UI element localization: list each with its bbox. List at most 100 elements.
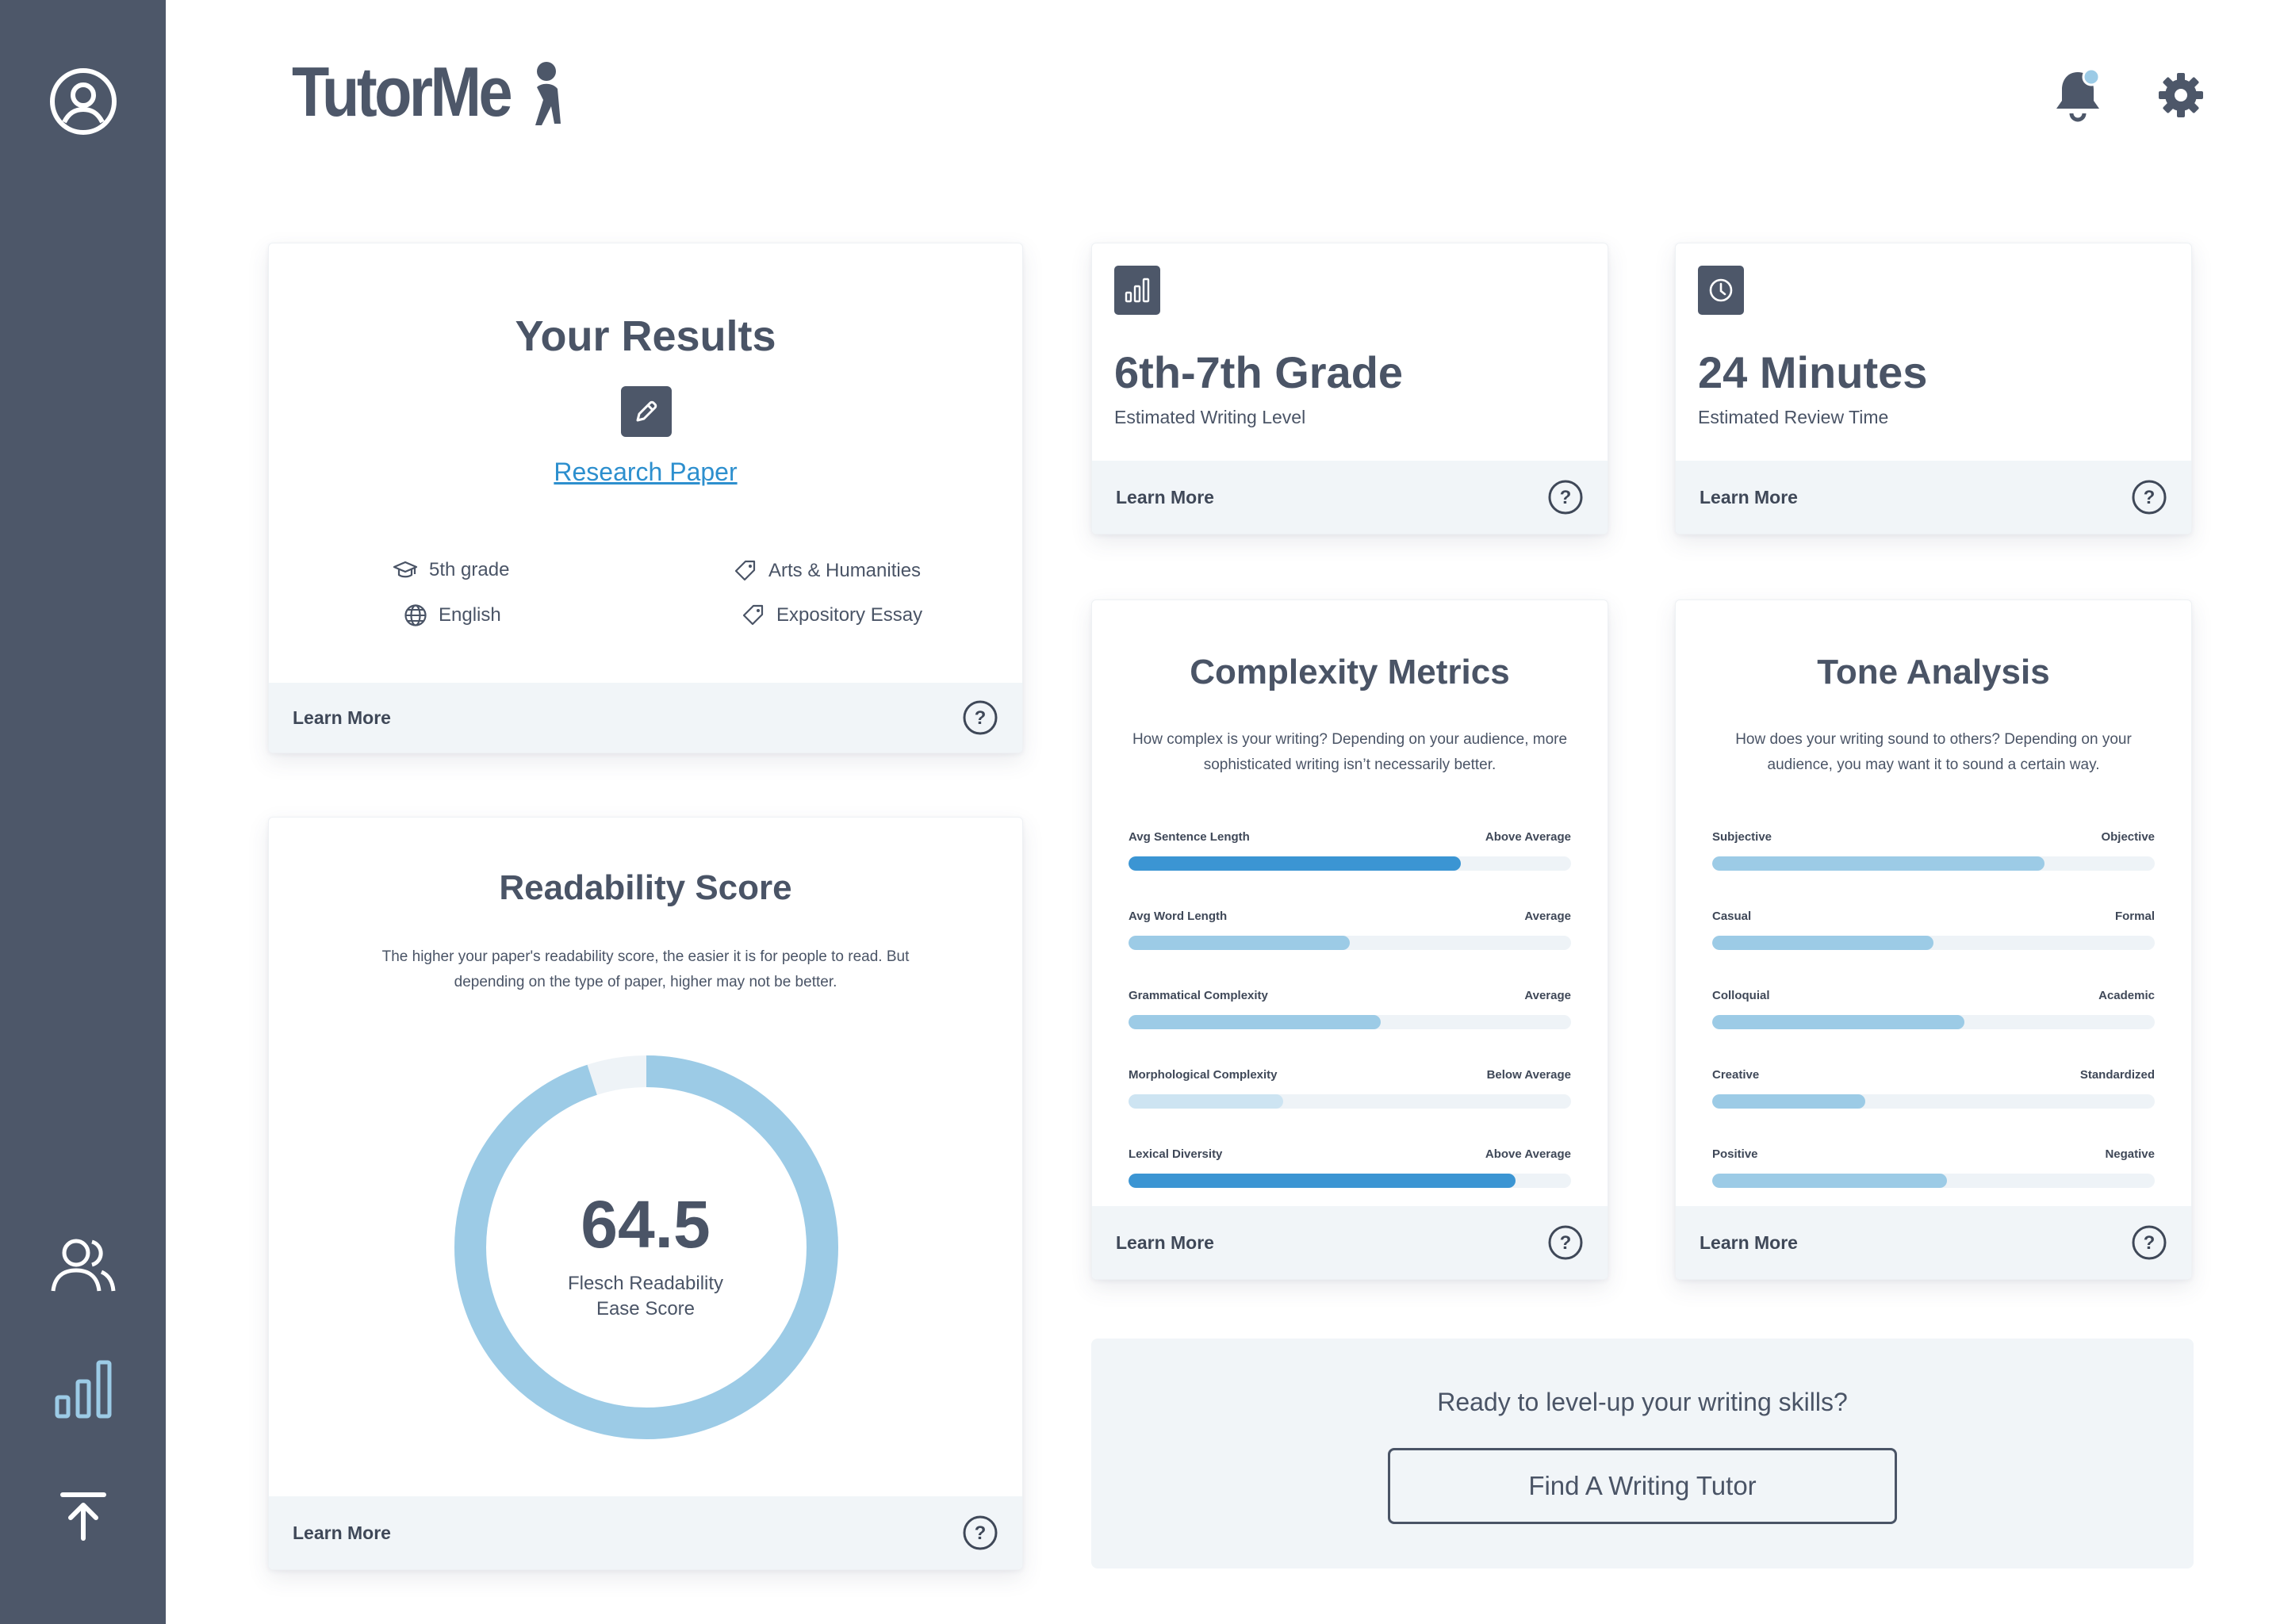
learn-more-link[interactable]: Learn More — [293, 1522, 391, 1544]
tone-metric-rating: Academic — [2098, 989, 2155, 1002]
results-footer: Learn More ? — [269, 683, 1022, 753]
writing-level-value: 6th-7th Grade — [1114, 347, 1404, 397]
complexity-title: Complexity Metrics — [1190, 653, 1510, 691]
help-icon[interactable]: ? — [962, 1515, 998, 1551]
svg-text:?: ? — [975, 1522, 987, 1544]
edit-icon[interactable] — [621, 386, 672, 437]
complexity-metric-row: Avg Sentence Length Above Average — [1129, 830, 1571, 886]
results-title: Your Results — [515, 312, 776, 360]
tone-metric-label: Subjective — [1712, 830, 1772, 844]
gear-icon[interactable] — [2156, 67, 2206, 124]
learn-more-link[interactable]: Learn More — [1700, 1232, 1798, 1254]
complexity-metric-labels: Morphological Complexity Below Average — [1129, 1068, 1571, 1082]
paper-type-meta: Expository Essay — [742, 603, 922, 627]
tag-icon — [734, 560, 756, 581]
tutor-cta: Ready to level-up your writing skills? F… — [1091, 1339, 2194, 1568]
tone-metric-track — [1712, 1094, 2155, 1109]
tone-metric-track — [1712, 1015, 2155, 1029]
bar-chart-icon[interactable] — [54, 1359, 113, 1419]
svg-text:?: ? — [975, 707, 987, 729]
learn-more-link[interactable]: Learn More — [1116, 487, 1214, 508]
upload-icon[interactable] — [58, 1491, 109, 1542]
find-tutor-button[interactable]: Find A Writing Tutor — [1388, 1448, 1897, 1524]
tone-metric-label: Creative — [1712, 1068, 1760, 1082]
tone-metric-row: Casual Formal — [1712, 910, 2155, 965]
complexity-metric-label: Avg Sentence Length — [1129, 830, 1250, 844]
review-time-value: 24 Minutes — [1698, 347, 1928, 397]
complexity-description: How complex is your writing? Depending o… — [1132, 731, 1568, 773]
grade-label: 5th grade — [429, 559, 510, 580]
tone-metric-fill — [1712, 1094, 1865, 1109]
bell-icon[interactable] — [2052, 67, 2103, 124]
help-icon[interactable]: ? — [1547, 479, 1584, 515]
cta-prompt: Ready to level-up your writing skills? — [1437, 1388, 1848, 1416]
tone-metric-rating: Objective — [2101, 830, 2155, 844]
complexity-metric-row: Grammatical Complexity Average — [1129, 989, 1571, 1044]
learn-more-link[interactable]: Learn More — [293, 707, 391, 729]
review-time-footer: Learn More ? — [1676, 461, 2191, 534]
tone-metric-fill — [1712, 1174, 1947, 1188]
users-icon[interactable] — [49, 1237, 117, 1294]
tone-metric-track — [1712, 936, 2155, 950]
subject-label: Arts & Humanities — [768, 560, 922, 581]
svg-text:?: ? — [1560, 487, 1572, 508]
complexity-metric-label: Avg Word Length — [1129, 910, 1228, 923]
complexity-metric-labels: Avg Sentence Length Above Average — [1129, 830, 1571, 844]
readability-score: 64.5 — [581, 1187, 711, 1262]
user-circle-icon[interactable] — [48, 67, 118, 136]
tone-metric-row: Subjective Objective — [1712, 830, 2155, 886]
tone-metric-row: Creative Standardized — [1712, 1068, 2155, 1124]
help-icon[interactable]: ? — [962, 699, 998, 736]
complexity-metric-labels: Lexical Diversity Above Average — [1129, 1147, 1571, 1161]
svg-text:?: ? — [1560, 1232, 1572, 1254]
tone-metric-fill — [1712, 936, 1933, 950]
tone-metric-rating: Standardized — [2079, 1068, 2155, 1082]
tone-metric-fill — [1712, 1015, 1965, 1029]
svg-text:?: ? — [2144, 1232, 2156, 1254]
help-icon[interactable]: ? — [1547, 1224, 1584, 1261]
readability-title: Readability Score — [499, 868, 792, 907]
review-time-card: 24 Minutes Estimated Review Time Learn M… — [1675, 243, 2192, 534]
tone-metric-label: Casual — [1712, 910, 1752, 923]
readability-description: The higher your paper's readability scor… — [381, 948, 910, 990]
complexity-metric-rating: Average — [1524, 910, 1571, 923]
tone-metric-rating: Formal — [2114, 910, 2155, 923]
tone-title: Tone Analysis — [1817, 653, 2050, 691]
help-icon[interactable]: ? — [2131, 479, 2167, 515]
complexity-metric-track — [1129, 1174, 1571, 1188]
complexity-footer: Learn More ? — [1092, 1206, 1608, 1279]
bar-chart-icon — [1114, 266, 1160, 315]
complexity-metric-fill — [1129, 936, 1350, 950]
brand-logo[interactable]: TutorMe — [292, 57, 564, 127]
complexity-metric-fill — [1129, 1015, 1382, 1029]
tone-metric-label: Colloquial — [1712, 989, 1770, 1002]
tone-metric-row: Colloquial Academic — [1712, 989, 2155, 1044]
complexity-metric-rating: Average — [1524, 989, 1571, 1002]
paper-type-label: Expository Essay — [776, 604, 923, 626]
learn-more-link[interactable]: Learn More — [1700, 487, 1798, 508]
tag-icon — [742, 604, 764, 626]
research-paper-link[interactable]: Research Paper — [269, 458, 1022, 487]
writing-level-card: 6th-7th Grade Estimated Writing Level Le… — [1091, 243, 1608, 534]
tone-metric-label: Positive — [1712, 1147, 1758, 1161]
language-label: English — [439, 604, 501, 626]
svg-text:?: ? — [2144, 487, 2156, 508]
tone-metric-labels: Positive Negative — [1712, 1147, 2155, 1161]
results-card: Your Results Research Paper 5th grade En… — [268, 243, 1023, 753]
subject-meta: Arts & Humanities — [734, 559, 921, 583]
graduation-cap-icon — [393, 561, 418, 578]
complexity-metric-rating: Above Average — [1485, 830, 1571, 844]
complexity-metric-label: Morphological Complexity — [1129, 1068, 1278, 1082]
globe-icon — [404, 604, 427, 626]
complexity-metric-label: Lexical Diversity — [1129, 1147, 1223, 1161]
readability-card: Readability Score The higher your paper'… — [268, 817, 1023, 1570]
complexity-metric-fill — [1129, 856, 1461, 871]
review-time-label: Estimated Review Time — [1698, 407, 1889, 427]
language-meta: English — [404, 603, 501, 627]
complexity-metric-row: Lexical Diversity Above Average — [1129, 1147, 1571, 1203]
tone-metric-labels: Subjective Objective — [1712, 830, 2155, 844]
learn-more-link[interactable]: Learn More — [1116, 1232, 1214, 1254]
brand-name: TutorMe — [292, 52, 513, 131]
tone-metric-labels: Casual Formal — [1712, 910, 2155, 923]
help-icon[interactable]: ? — [2131, 1224, 2167, 1261]
